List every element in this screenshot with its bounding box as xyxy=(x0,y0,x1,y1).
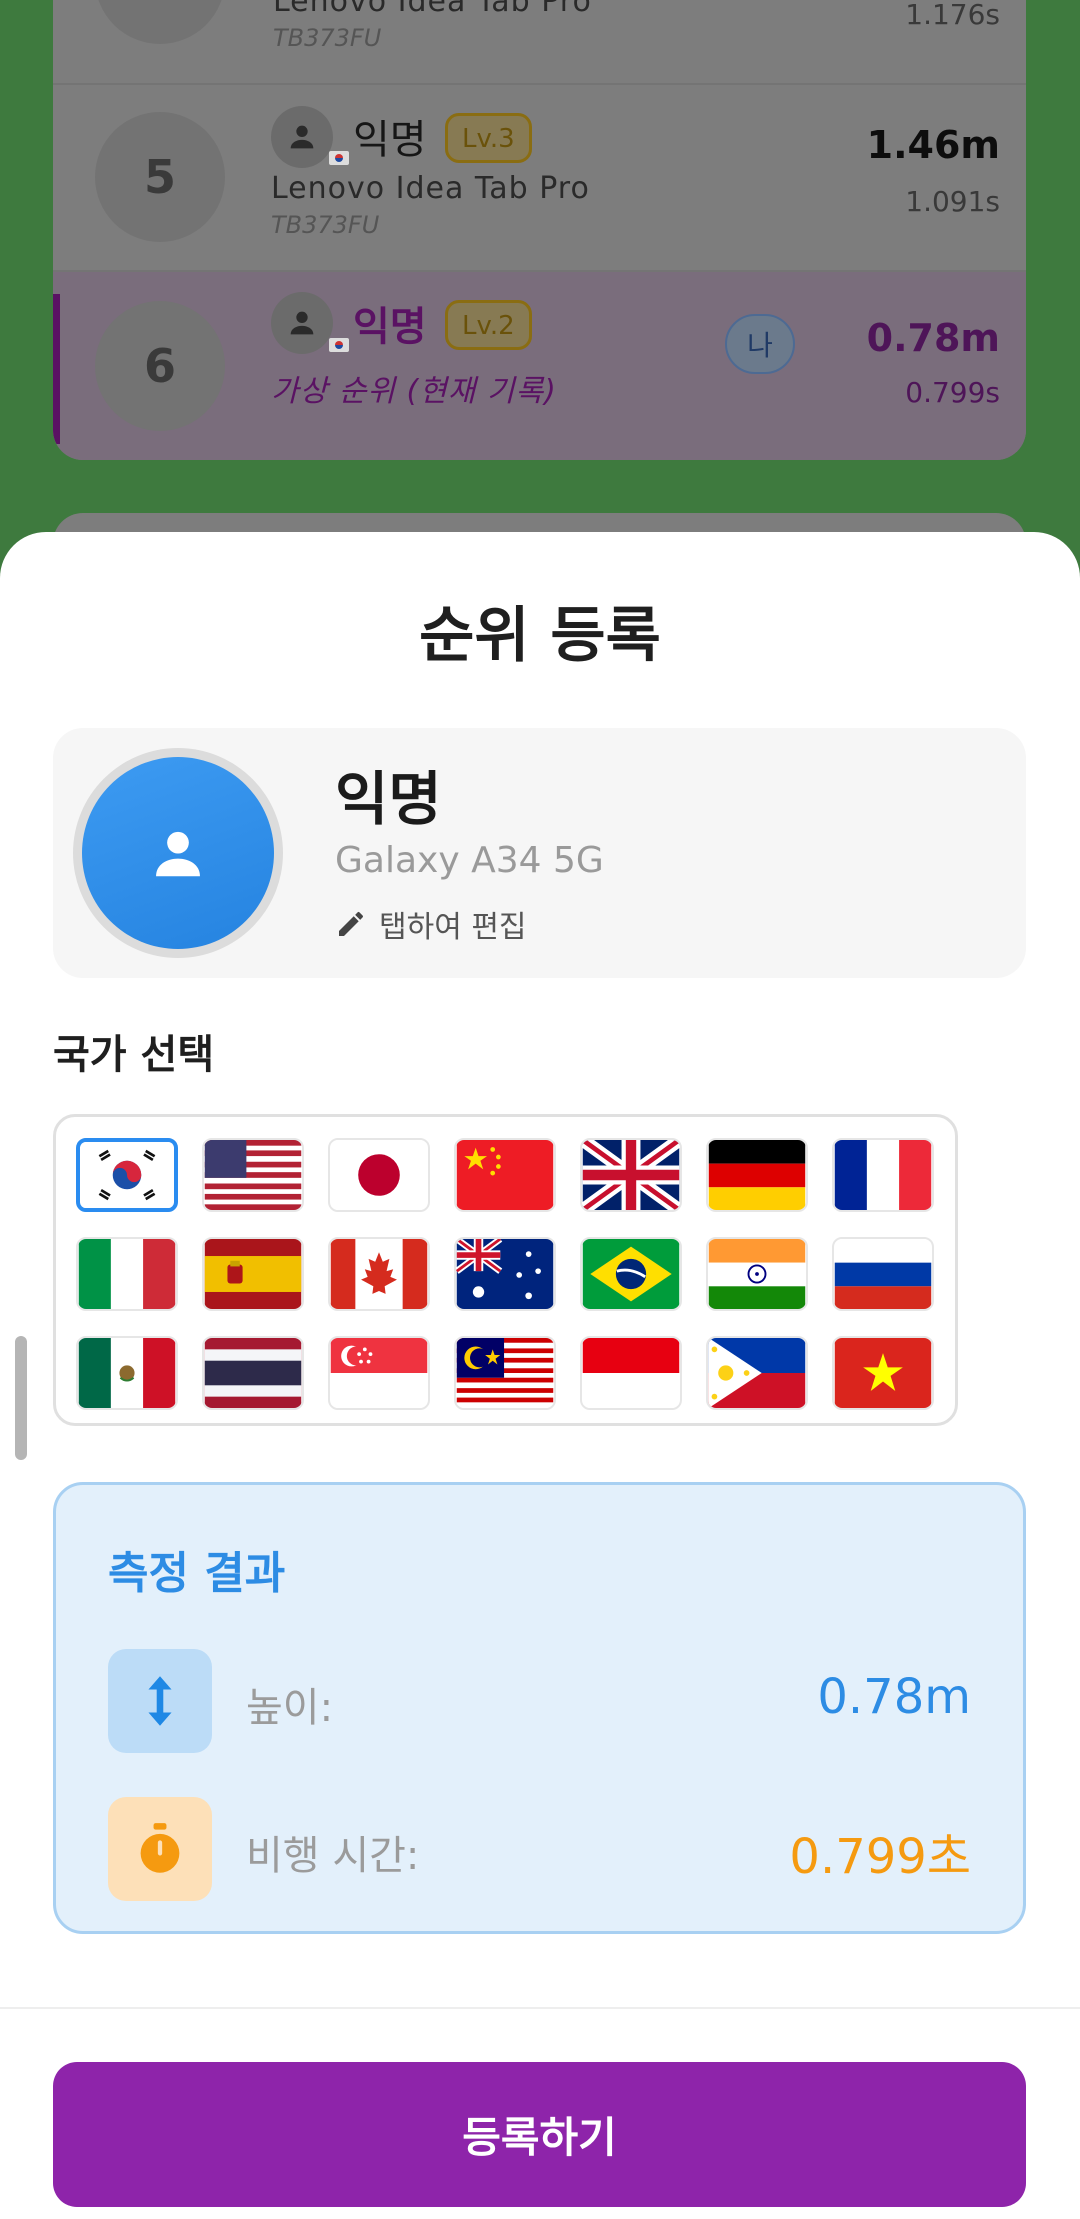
country-flag-grid xyxy=(53,1114,958,1426)
avatar xyxy=(271,106,333,168)
rank-circle: 6 xyxy=(95,301,225,431)
sheet-title: 순위 등록 xyxy=(419,601,661,671)
scrollbar[interactable] xyxy=(15,1336,27,1460)
device-model: TB373FU xyxy=(273,24,382,52)
device-model: TB373FU xyxy=(271,211,380,239)
register-button[interactable]: 등록하기 xyxy=(53,2062,1026,2207)
flag-my-icon[interactable] xyxy=(454,1336,556,1410)
height-value: 1.46m xyxy=(866,123,1000,167)
player-name: 익명 xyxy=(353,304,427,350)
me-badge: 나 xyxy=(725,314,795,374)
leaderboard-row[interactable]: 4 Lenovo Idea Tab Pro TB373FU 1.176s xyxy=(53,0,1026,85)
flight-time: 1.176s xyxy=(905,0,1000,31)
timer-icon-tile xyxy=(108,1797,212,1901)
kr-mini-flag-icon xyxy=(329,151,349,165)
flag-ca-icon[interactable] xyxy=(328,1237,430,1311)
rank-circle: 4 xyxy=(95,0,225,44)
height-icon-tile xyxy=(108,1649,212,1753)
flag-jp-icon[interactable] xyxy=(328,1138,430,1212)
kr-mini-flag-icon xyxy=(329,338,349,352)
measurement-result-card: 측정 결과 높이: 0.78m 비행 시간: 0.799초 xyxy=(53,1482,1026,1934)
flag-fr-icon[interactable] xyxy=(832,1138,934,1212)
country-select-label: 국가 선택 xyxy=(53,1032,215,1078)
device-name: Lenovo Idea Tab Pro xyxy=(271,171,590,206)
flag-sg-icon[interactable] xyxy=(328,1336,430,1410)
avatar xyxy=(271,292,333,354)
flag-us-icon[interactable] xyxy=(202,1138,304,1212)
edit-hint[interactable]: 탭하여 편집 xyxy=(335,902,527,946)
flag-cn-icon[interactable] xyxy=(454,1138,556,1212)
rank-circle: 5 xyxy=(95,112,225,242)
profile-card[interactable]: 익명 Galaxy A34 5G 탭하여 편집 xyxy=(53,728,1026,978)
level-badge: Lv.3 xyxy=(445,113,532,163)
flag-in-icon[interactable] xyxy=(706,1237,808,1311)
device-name: Lenovo Idea Tab Pro xyxy=(273,0,592,19)
flag-br-icon[interactable] xyxy=(580,1237,682,1311)
flag-ph-icon[interactable] xyxy=(706,1336,808,1410)
divider xyxy=(0,2007,1080,2009)
highlight-bar xyxy=(53,294,60,444)
flag-ru-icon[interactable] xyxy=(832,1237,934,1311)
flight-time-result-value: 0.799초 xyxy=(789,1829,971,1885)
flag-mx-icon[interactable] xyxy=(76,1336,178,1410)
player-name: 익명 xyxy=(353,117,427,163)
virtual-rank-note: 가상 순위 (현재 기록) xyxy=(271,374,557,409)
register-bottom-sheet: 순위 등록 익명 Galaxy A34 5G 탭하여 편집 국가 선택 측정 결… xyxy=(0,532,1080,2219)
flag-gb-icon[interactable] xyxy=(580,1138,682,1212)
height-result-value: 0.78m xyxy=(817,1669,971,1725)
flag-it-icon[interactable] xyxy=(76,1237,178,1311)
avatar xyxy=(73,748,283,958)
vertical-arrows-icon xyxy=(148,1676,172,1726)
flag-de-icon[interactable] xyxy=(706,1138,808,1212)
person-icon xyxy=(156,831,200,877)
person-icon xyxy=(290,311,314,335)
edit-hint-label: 탭하여 편집 xyxy=(379,910,527,945)
height-label: 높이: xyxy=(246,1685,334,1731)
result-title: 측정 결과 xyxy=(108,1548,286,1599)
level-badge: Lv.2 xyxy=(445,300,532,350)
flag-id-icon[interactable] xyxy=(580,1336,682,1410)
profile-device: Galaxy A34 5G xyxy=(335,840,604,881)
flag-th-icon[interactable] xyxy=(202,1336,304,1410)
height-value: 0.78m xyxy=(866,316,1000,360)
person-icon xyxy=(290,125,314,149)
flag-vn-icon[interactable] xyxy=(832,1336,934,1410)
pencil-icon xyxy=(339,911,363,936)
flag-au-icon[interactable] xyxy=(454,1237,556,1311)
flag-kr-icon[interactable] xyxy=(76,1138,178,1212)
leaderboard-row[interactable]: 5 익명 Lv.3 Lenovo Idea Tab Pro TB373FU 1.… xyxy=(53,83,1026,272)
flight-time: 0.799s xyxy=(905,376,1000,409)
flight-time: 1.091s xyxy=(905,185,1000,218)
flag-es-icon[interactable] xyxy=(202,1237,304,1311)
leaderboard-row-me[interactable]: 6 익명 Lv.2 가상 순위 (현재 기록) 나 0.78m 0.799s xyxy=(53,272,1026,460)
leaderboard-list: 4 Lenovo Idea Tab Pro TB373FU 1.176s 5 익… xyxy=(53,0,1026,460)
stopwatch-icon xyxy=(140,1823,180,1873)
flight-time-label: 비행 시간: xyxy=(246,1833,420,1879)
profile-name: 익명 xyxy=(335,765,442,833)
